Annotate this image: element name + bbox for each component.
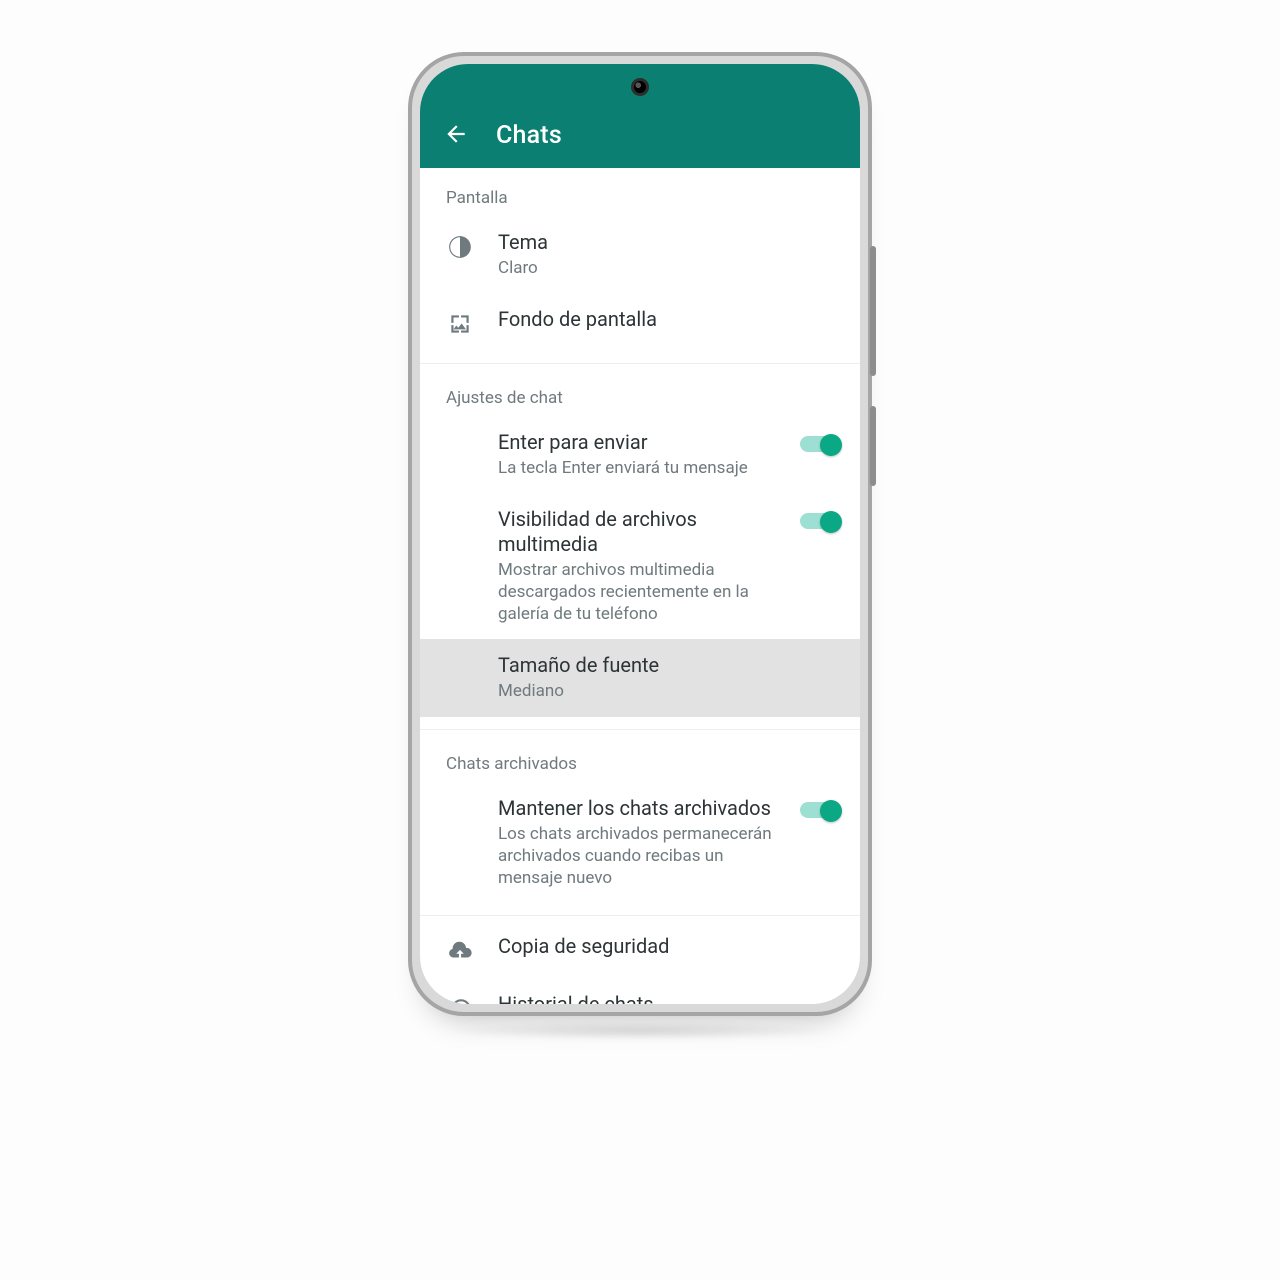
toggle-media-visibility[interactable] bbox=[800, 511, 840, 533]
divider bbox=[420, 915, 860, 916]
row-backup[interactable]: Copia de seguridad bbox=[420, 920, 860, 978]
row-keep-archived[interactable]: Mantener los chats archivados Los chats … bbox=[420, 782, 860, 903]
wallpaper-icon bbox=[446, 311, 474, 337]
row-subtitle: Claro bbox=[498, 257, 840, 279]
row-subtitle: Mediano bbox=[498, 680, 840, 702]
spacer-icon bbox=[446, 434, 474, 460]
row-wallpaper[interactable]: Fondo de pantalla bbox=[420, 293, 860, 351]
toggle-enter-to-send[interactable] bbox=[800, 434, 840, 456]
spacer-icon bbox=[446, 657, 474, 683]
spacer-icon bbox=[446, 511, 474, 537]
row-title: Fondo de pantalla bbox=[498, 307, 840, 332]
phone-mock: Chats Pantalla Tema Claro Fondo de pa bbox=[408, 52, 872, 1016]
punch-hole-camera bbox=[631, 78, 649, 96]
back-button[interactable] bbox=[442, 122, 470, 150]
row-enter-to-send[interactable]: Enter para enviar La tecla Enter enviará… bbox=[420, 416, 860, 493]
row-subtitle: Los chats archivados permanecerán archiv… bbox=[498, 823, 776, 889]
row-media-visibility[interactable]: Visibilidad de archivos multimedia Mostr… bbox=[420, 493, 860, 639]
row-subtitle: La tecla Enter enviará tu mensaje bbox=[498, 457, 776, 479]
spacer-icon bbox=[446, 800, 474, 826]
cloud-upload-icon bbox=[446, 938, 474, 964]
theme-icon bbox=[446, 234, 474, 260]
power-button bbox=[870, 406, 876, 486]
row-title: Tema bbox=[498, 230, 840, 255]
row-theme[interactable]: Tema Claro bbox=[420, 216, 860, 293]
volume-button bbox=[870, 246, 876, 376]
arrow-left-icon bbox=[443, 121, 469, 151]
row-title: Visibilidad de archivos multimedia bbox=[498, 507, 776, 557]
divider bbox=[420, 729, 860, 730]
row-title: Mantener los chats archivados bbox=[498, 796, 776, 821]
row-title: Enter para enviar bbox=[498, 430, 776, 455]
row-title: Copia de seguridad bbox=[498, 934, 840, 959]
settings-content: Pantalla Tema Claro Fondo de pantalla bbox=[420, 168, 860, 1004]
row-subtitle: Mostrar archivos multimedia descargados … bbox=[498, 559, 776, 625]
page-title: Chats bbox=[496, 121, 562, 150]
toggle-keep-archived[interactable] bbox=[800, 800, 840, 822]
section-header-archived: Chats archivados bbox=[420, 734, 860, 782]
section-header-display: Pantalla bbox=[420, 168, 860, 216]
divider bbox=[420, 363, 860, 364]
screen: Chats Pantalla Tema Claro Fondo de pa bbox=[420, 64, 860, 1004]
row-title: Historial de chats bbox=[498, 992, 840, 1004]
row-chat-history[interactable]: Historial de chats bbox=[420, 978, 860, 1004]
history-icon bbox=[446, 996, 474, 1004]
section-header-chat: Ajustes de chat bbox=[420, 368, 860, 416]
row-font-size[interactable]: Tamaño de fuente Mediano bbox=[420, 639, 860, 716]
row-title: Tamaño de fuente bbox=[498, 653, 840, 678]
